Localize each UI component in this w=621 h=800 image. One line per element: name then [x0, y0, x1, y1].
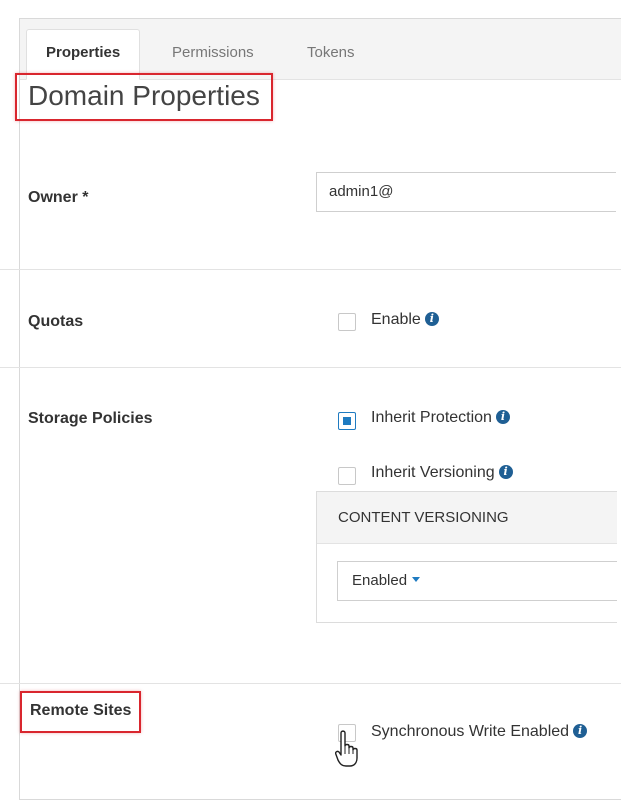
tab-permissions[interactable]: Permissions	[172, 30, 254, 79]
caret-down-icon	[412, 577, 421, 582]
divider	[0, 269, 621, 270]
quotas-enable-option: Enable i	[371, 311, 439, 329]
remote-sites-label: Remote Sites	[20, 691, 142, 733]
inherit-versioning-option: Inherit Versioning i	[371, 464, 513, 482]
divider	[0, 367, 621, 368]
inherit-protection-option: Inherit Protection i	[371, 409, 510, 427]
tab-tokens[interactable]: Tokens	[307, 30, 355, 79]
inherit-versioning-checkbox[interactable]	[338, 467, 356, 485]
inherit-protection-label: Inherit Protection	[371, 409, 492, 426]
info-icon[interactable]: i	[495, 410, 510, 424]
synchronous-write-option: Synchronous Write Enabled i	[371, 723, 588, 741]
quotas-label: Quotas	[28, 313, 84, 330]
inherit-protection-checkbox[interactable]	[338, 412, 356, 430]
owner-label: Owner *	[28, 189, 89, 206]
synchronous-write-label: Synchronous Write Enabled	[371, 723, 570, 740]
quotas-enable-label: Enable	[371, 311, 421, 328]
owner-field[interactable]: admin1@	[316, 172, 616, 212]
info-icon[interactable]: i	[573, 724, 588, 738]
content-versioning-header: CONTENT VERSIONING	[317, 492, 617, 544]
tab-bar: Properties Permissions Tokens	[20, 19, 621, 80]
quotas-enable-checkbox[interactable]	[338, 313, 356, 331]
page-title: Domain Properties	[15, 73, 273, 121]
storage-policies-label: Storage Policies	[28, 410, 153, 427]
content-versioning-value: Enabled	[352, 572, 408, 589]
content-versioning-dropdown[interactable]: Enabled	[337, 561, 617, 601]
content-versioning-panel: CONTENT VERSIONING Enabled	[316, 491, 617, 623]
divider	[0, 683, 621, 684]
inherit-versioning-label: Inherit Versioning	[371, 464, 495, 481]
hand-pointer-cursor-icon	[335, 730, 358, 767]
info-icon[interactable]: i	[424, 312, 439, 326]
info-icon[interactable]: i	[498, 465, 513, 479]
